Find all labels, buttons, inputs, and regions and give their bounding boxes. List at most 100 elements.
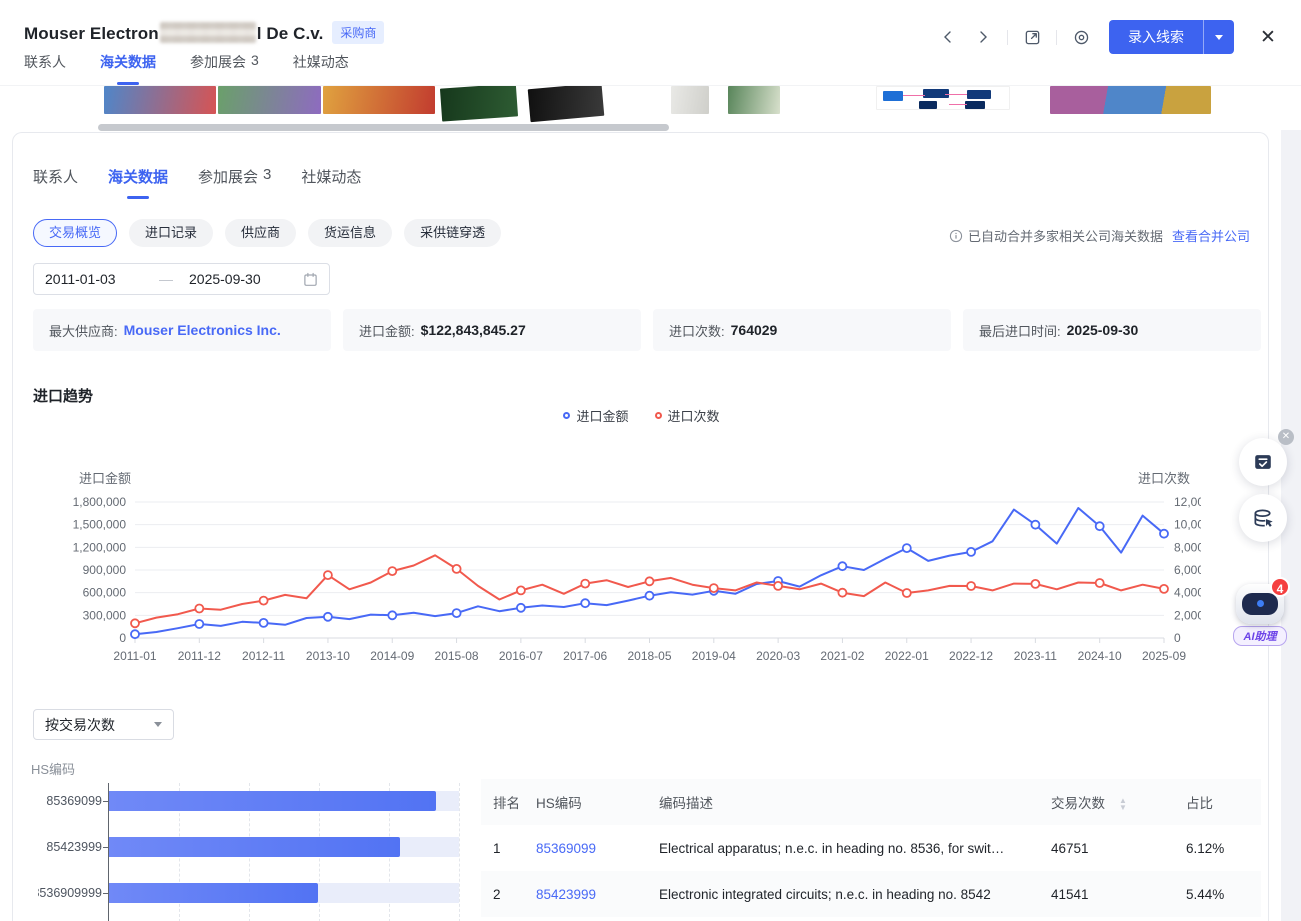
bar-gridline xyxy=(459,783,460,921)
svg-text:2023-11: 2023-11 xyxy=(1014,649,1057,663)
header-tab-0[interactable]: 联系人 xyxy=(24,52,66,85)
legend-item-1[interactable]: 进口次数 xyxy=(655,406,720,425)
table-row: 185369099Electrical apparatus; n.e.c. in… xyxy=(481,825,1261,871)
hs-code-table: 排名HS编码编码描述交易次数▲▼占比 185369099Electrical a… xyxy=(481,779,1261,917)
chevron-down-icon xyxy=(154,722,162,727)
date-range-end[interactable]: 2025-09-30 xyxy=(189,271,287,287)
product-image-5[interactable] xyxy=(671,86,709,114)
table-header-row: 排名HS编码编码描述交易次数▲▼占比 xyxy=(481,779,1261,825)
product-image-4[interactable] xyxy=(528,83,605,122)
collect-box-icon xyxy=(1252,451,1274,473)
hs-code-link[interactable]: 85369099 xyxy=(536,841,596,856)
product-image-3[interactable] xyxy=(440,83,518,121)
filter-pill-0[interactable]: 交易概览 xyxy=(33,219,117,247)
ai-assistant[interactable]: 4 AI助理 xyxy=(1231,578,1289,646)
stat-card-0: 最大供应商:Mouser Electronics Inc. xyxy=(33,309,331,351)
tab-label: 参加展会 xyxy=(198,166,258,187)
summary-stats-row: 最大供应商:Mouser Electronics Inc.进口金额:$122,8… xyxy=(33,309,1261,351)
divider xyxy=(1056,30,1057,45)
watch-eye-icon[interactable] xyxy=(1070,26,1092,48)
open-fullpage-icon[interactable] xyxy=(1021,26,1043,48)
product-image-strip xyxy=(0,86,1281,132)
chart-legend: 进口金额 进口次数 xyxy=(13,406,1270,425)
record-lead-button[interactable]: 录入线索 xyxy=(1109,20,1203,54)
view-merged-companies-link[interactable]: 查看合并公司 xyxy=(1172,226,1250,245)
diagram-node xyxy=(919,101,937,109)
date-range-start[interactable]: 2011-01-03 xyxy=(45,271,143,287)
bar-axis-tick xyxy=(103,847,108,848)
tab-count: 3 xyxy=(251,52,259,72)
legend-marker xyxy=(563,412,570,419)
customs-data-card: 联系人海关数据参加展会3社媒动态 交易概览进口记录供应商货运信息采供链穿透 已自… xyxy=(12,132,1269,921)
hs-code-link[interactable]: 85423999 xyxy=(536,887,596,902)
svg-text:600,000: 600,000 xyxy=(83,586,127,600)
filter-pill-2[interactable]: 供应商 xyxy=(225,219,296,247)
stat-value: 2025-09-30 xyxy=(1067,322,1139,338)
table-header-4: 占比 xyxy=(1186,779,1261,825)
database-cursor-icon xyxy=(1252,507,1275,530)
bar-axis-tick xyxy=(103,801,108,802)
next-company-button[interactable] xyxy=(972,26,994,48)
header-tab-1[interactable]: 海关数据 xyxy=(100,52,156,85)
bar-value-fill[interactable] xyxy=(109,837,400,857)
bar-value-fill[interactable] xyxy=(109,791,436,811)
stat-value: 764029 xyxy=(731,322,778,338)
card-tab-0[interactable]: 联系人 xyxy=(33,166,78,199)
tab-label: 社媒动态 xyxy=(301,166,361,187)
date-range-picker[interactable]: 2011-01-03 — 2025-09-30 xyxy=(33,263,330,295)
product-image-7[interactable] xyxy=(876,86,1010,110)
svg-text:300,000: 300,000 xyxy=(83,608,127,622)
buyer-type-badge: 采购商 xyxy=(332,21,384,44)
filter-pill-1[interactable]: 进口记录 xyxy=(129,219,213,247)
cell-hs-code: 85369099 xyxy=(536,825,659,871)
record-lead-dropdown[interactable] xyxy=(1203,20,1234,54)
bar-value-fill[interactable] xyxy=(109,883,318,903)
sort-by-select[interactable]: 按交易次数 xyxy=(33,709,174,740)
prev-company-button[interactable] xyxy=(937,26,959,48)
close-floating-tools-icon[interactable]: ✕ xyxy=(1278,429,1294,445)
product-image-1[interactable] xyxy=(218,86,321,114)
svg-text:2022-12: 2022-12 xyxy=(949,649,993,663)
svg-text:2011-12: 2011-12 xyxy=(178,649,221,663)
stat-value-link[interactable]: Mouser Electronics Inc. xyxy=(124,322,281,338)
product-image-8[interactable] xyxy=(1050,86,1211,114)
data-pick-tool-button[interactable] xyxy=(1239,494,1287,542)
header-tab-2[interactable]: 参加展会3 xyxy=(190,52,259,85)
table-header-0: 排名 xyxy=(481,779,536,825)
cell-rank: 2 xyxy=(481,871,536,917)
cell-description: Electronic integrated circuits; n.e.c. i… xyxy=(659,871,1051,917)
sort-icon[interactable]: ▲▼ xyxy=(1119,797,1127,811)
trend-section-title: 进口趋势 xyxy=(33,385,93,406)
legend-item-0[interactable]: 进口金额 xyxy=(563,406,628,425)
header-tab-3[interactable]: 社媒动态 xyxy=(293,52,349,85)
cell-hs-code: 85423999 xyxy=(536,871,659,917)
svg-text:2018-05: 2018-05 xyxy=(627,649,671,663)
card-tab-1[interactable]: 海关数据 xyxy=(108,166,168,199)
svg-text:进口金额: 进口金额 xyxy=(79,471,131,486)
hs-code-bar-chart: 85369099854239998536909999 xyxy=(13,783,483,921)
ai-assistant-label: AI助理 xyxy=(1233,626,1287,646)
svg-text:0: 0 xyxy=(1174,631,1181,645)
card-tab-2[interactable]: 参加展会3 xyxy=(198,166,271,199)
filter-pill-3[interactable]: 货运信息 xyxy=(308,219,392,247)
customs-filter-pills: 交易概览进口记录供应商货运信息采供链穿透 xyxy=(33,219,501,247)
svg-text:2012-11: 2012-11 xyxy=(242,649,285,663)
collect-tool-button[interactable] xyxy=(1239,438,1287,486)
svg-text:2025-09: 2025-09 xyxy=(1142,649,1186,663)
bar-axis-tick xyxy=(103,893,108,894)
image-strip-scrollbar[interactable] xyxy=(98,124,669,131)
product-image-6[interactable] xyxy=(728,86,780,114)
close-icon[interactable]: ✕ xyxy=(1257,26,1279,48)
card-tab-3[interactable]: 社媒动态 xyxy=(301,166,361,199)
filter-pill-4[interactable]: 采供链穿透 xyxy=(404,219,501,247)
product-image-0[interactable] xyxy=(104,86,216,114)
svg-text:1,800,000: 1,800,000 xyxy=(73,495,127,509)
svg-text:10,000: 10,000 xyxy=(1174,518,1201,532)
chevron-down-icon xyxy=(1215,35,1223,40)
table-header-label: 占比 xyxy=(1186,796,1213,811)
svg-text:900,000: 900,000 xyxy=(83,563,127,577)
cell-rank: 1 xyxy=(481,825,536,871)
table-header-2: 编码描述 xyxy=(659,779,1051,825)
svg-text:8,000: 8,000 xyxy=(1174,540,1201,554)
product-image-2[interactable] xyxy=(323,86,435,114)
